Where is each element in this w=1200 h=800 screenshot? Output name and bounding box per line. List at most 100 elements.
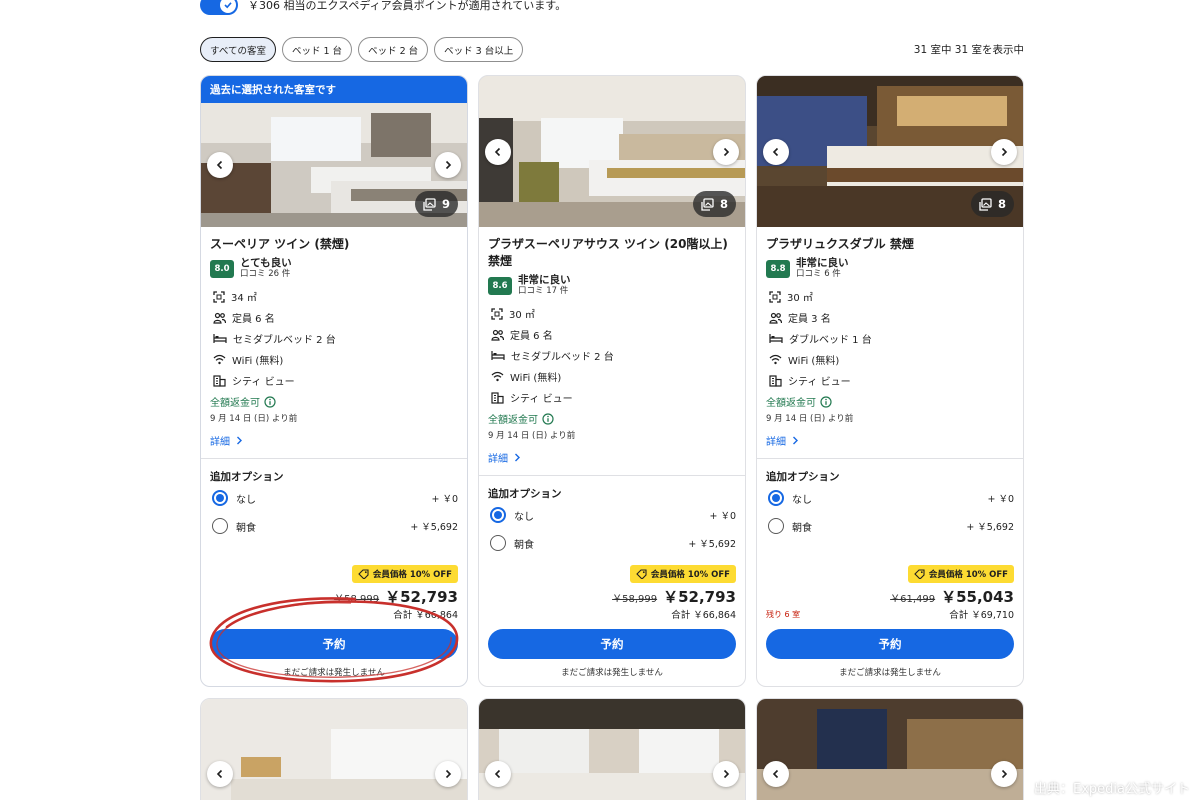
room-photo[interactable]	[757, 699, 1023, 800]
amenity-bed-text: ダブルベッド 1 台	[789, 335, 872, 346]
review-count[interactable]: 口コミ 26 件	[240, 269, 292, 280]
radio-breakfast[interactable]	[768, 518, 784, 534]
filter-chip-3-plus-beds[interactable]: ベッド 3 台以上	[434, 37, 524, 62]
room-photo[interactable]	[479, 699, 745, 800]
details-link[interactable]: 詳細	[210, 433, 458, 448]
photo-prev-button[interactable]	[207, 152, 233, 178]
photo-count-button[interactable]: 9	[414, 191, 458, 217]
member-price-badge: 会員価格 10% OFF	[629, 565, 736, 583]
filter-chip-1-bed[interactable]: ベッド 1 台	[281, 37, 353, 62]
photo-next-button[interactable]	[435, 761, 461, 787]
room-photo-image	[479, 699, 745, 800]
chevron-left-icon	[494, 147, 501, 156]
info-icon[interactable]	[264, 395, 276, 408]
photo-count-button[interactable]: 8	[692, 191, 736, 217]
photo-next-button[interactable]	[991, 761, 1017, 787]
amenity-capacity-text: 定員 6 名	[510, 331, 553, 342]
radio-breakfast[interactable]	[212, 518, 228, 534]
room-name[interactable]: プラザスーペリアサウス ツイン (20階以上) 禁煙	[488, 236, 736, 270]
amenity-bed: セミダブルベッド 2 台	[210, 328, 458, 349]
tag-icon	[914, 569, 925, 579]
points-banner: ￥306 相当のエクスペディア会員ポイントが適用されています。	[200, 0, 566, 16]
room-photo-image	[201, 699, 467, 800]
refund-policy: 全額返金可	[488, 411, 736, 426]
amenity-area-text: 30 ㎡	[787, 293, 813, 304]
tag-icon	[636, 569, 647, 579]
room-name[interactable]: プラザリュクスダブル 禁煙	[766, 236, 1014, 253]
room-card-next	[200, 698, 468, 800]
room-photo[interactable]: 8	[757, 76, 1023, 227]
city-view-icon	[213, 374, 226, 387]
photo-next-button[interactable]	[713, 761, 739, 787]
amenity-bed-text: セミダブルベッド 2 台	[511, 352, 614, 363]
room-photo[interactable]	[201, 699, 467, 800]
total-price: 合計 ￥66,864	[671, 610, 736, 621]
room-size-icon	[213, 290, 225, 303]
photo-prev-button[interactable]	[207, 761, 233, 787]
option-breakfast[interactable]: 朝食 + ￥5,692	[766, 512, 1014, 540]
info-icon[interactable]	[820, 395, 832, 408]
photo-next-button[interactable]	[713, 138, 739, 165]
amenity-area: 34 ㎡	[210, 286, 458, 307]
amenity-wifi-text: WiFi (無料)	[232, 356, 284, 367]
photo-prev-button[interactable]	[763, 138, 789, 165]
options-title: 追加オプション	[488, 488, 562, 500]
member-price-badge: 会員価格 10% OFF	[907, 565, 1014, 583]
rating-score: 8.6	[488, 276, 512, 295]
option-breakfast[interactable]: 朝食 + ￥5,692	[210, 512, 458, 540]
points-text: ￥306 相当のエクスペディア会員ポイントが適用されています。	[248, 0, 567, 12]
gallery-icon	[979, 197, 992, 211]
review-count[interactable]: 口コミ 17 件	[518, 286, 571, 297]
photo-count: 8	[997, 197, 1006, 211]
photo-prev-button[interactable]	[763, 761, 789, 787]
room-photo[interactable]: 8	[479, 76, 745, 227]
option-none[interactable]: なし + ￥0	[766, 484, 1014, 512]
radio-breakfast[interactable]	[490, 535, 506, 551]
info-icon[interactable]	[542, 412, 554, 425]
photo-next-button[interactable]	[435, 152, 461, 178]
photo-next-button[interactable]	[991, 138, 1017, 165]
original-price: ￥61,499	[890, 594, 936, 605]
rooms-remaining: 残り 6 室	[766, 610, 801, 619]
review-count[interactable]: 口コミ 6 件	[796, 269, 849, 280]
details-link-text: 詳細	[488, 454, 508, 465]
option-none[interactable]: なし + ￥0	[210, 484, 458, 512]
option-none[interactable]: なし + ￥0	[488, 501, 736, 529]
details-link[interactable]: 詳細	[488, 450, 736, 465]
reserve-button[interactable]: 予約	[210, 629, 458, 659]
radio-none[interactable]	[768, 490, 784, 506]
photo-prev-button[interactable]	[485, 138, 511, 165]
member-price-badge-text: 会員価格 10% OFF	[928, 570, 1008, 580]
filter-chip-all-rooms[interactable]: すべての客室	[200, 37, 276, 62]
total-price: 合計 ￥66,864	[393, 610, 458, 621]
member-price-badge-text: 会員価格 10% OFF	[372, 570, 452, 580]
details-link[interactable]: 詳細	[766, 433, 1014, 448]
original-price: ￥58,999	[612, 594, 658, 605]
member-price-badge-text: 会員価格 10% OFF	[650, 570, 730, 580]
room-photo[interactable]: 9	[201, 103, 467, 227]
price-block: 会員価格 10% OFF ￥58,999 ￥52,793 合計 ￥66,864	[210, 565, 458, 625]
room-name[interactable]: スーペリア ツイン (禁煙)	[210, 236, 458, 253]
photo-prev-button[interactable]	[485, 761, 511, 787]
details-link-text: 詳細	[766, 437, 786, 448]
refund-deadline: 9 月 14 日 (日) より前	[766, 414, 854, 424]
amenity-bed: セミダブルベッド 2 台	[488, 345, 736, 366]
current-price: ￥55,043	[941, 588, 1014, 606]
bed-filter-group: すべての客室 ベッド 1 台 ベッド 2 台 ベッド 3 台以上	[200, 37, 524, 62]
option-none-label: なし	[514, 511, 534, 523]
filter-chip-2-beds[interactable]: ベッド 2 台	[358, 37, 429, 62]
chevron-right-icon	[237, 436, 242, 445]
reserve-button[interactable]: 予約	[766, 629, 1014, 659]
refund-deadline: 9 月 14 日 (日) より前	[210, 414, 298, 424]
option-breakfast-label: 朝食	[236, 522, 256, 534]
radio-none[interactable]	[212, 490, 228, 506]
amenity-wifi: WiFi (無料)	[488, 366, 736, 387]
wifi-icon	[213, 354, 226, 365]
radio-none[interactable]	[490, 507, 506, 523]
photo-count-button[interactable]: 8	[970, 191, 1014, 217]
reserve-button[interactable]: 予約	[488, 629, 736, 659]
chevron-left-icon	[216, 160, 223, 170]
amenity-area: 30 ㎡	[488, 303, 736, 324]
points-toggle[interactable]	[200, 0, 238, 15]
option-breakfast[interactable]: 朝食 + ￥5,692	[488, 529, 736, 557]
